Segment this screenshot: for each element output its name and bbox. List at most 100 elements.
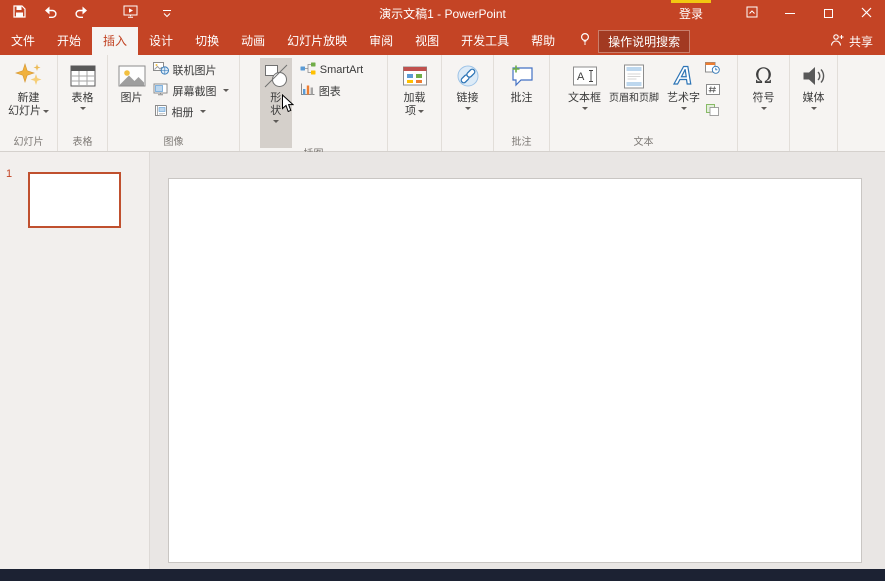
media-button[interactable]: 媒体 — [798, 58, 830, 136]
share-button[interactable]: 共享 — [818, 27, 885, 55]
customize-qat-icon — [162, 5, 172, 23]
online-pictures-button[interactable]: 联机图片 — [149, 59, 233, 80]
date-time-button[interactable] — [705, 61, 720, 77]
smartart-label: SmartArt — [319, 63, 364, 76]
redo-button[interactable] — [72, 4, 90, 24]
tab-view[interactable]: 视图 — [404, 27, 450, 55]
shapes-label: 形状 — [270, 92, 282, 117]
tab-insert[interactable]: 插入 — [92, 27, 139, 55]
photo-album-button[interactable]: 相册 — [149, 101, 233, 122]
object-button[interactable] — [705, 103, 720, 121]
wordart-button[interactable]: A 艺术字 — [664, 58, 703, 136]
tab-home[interactable]: 开始 — [46, 27, 92, 55]
dropdown-caret — [199, 110, 206, 113]
chart-label: 图表 — [318, 85, 341, 98]
share-label: 共享 — [848, 34, 873, 49]
new-slide-button[interactable]: 新建 幻灯片 — [5, 58, 52, 136]
group-label-media — [790, 136, 837, 151]
dropdown-caret — [272, 120, 279, 123]
editing-area — [150, 152, 885, 569]
link-icon — [455, 60, 481, 92]
workspace: 1 — [0, 152, 885, 569]
slide-number: 1 — [6, 168, 13, 180]
lightbulb-icon — [578, 31, 592, 51]
textbox-button[interactable]: A 文本框 — [565, 58, 604, 136]
table-icon — [70, 60, 96, 92]
ribbon-display-options-button[interactable] — [733, 0, 771, 27]
ribbon-group-links: 链接 — [442, 55, 494, 151]
redo-icon — [74, 5, 89, 23]
ribbon-insert: 新建 幻灯片 幻灯片 表格 表格 图片 联机图片 屏幕截图 相册 图像 形状 S… — [0, 55, 885, 160]
slide-number-icon — [705, 82, 720, 100]
ribbon-group-media: 媒体 — [790, 55, 838, 151]
undo-button[interactable] — [41, 4, 59, 24]
sign-in-button[interactable]: 登录 — [667, 0, 715, 27]
tab-slide-show[interactable]: 幻灯片放映 — [276, 27, 358, 55]
header-footer-button[interactable]: 页眉和页脚 — [604, 58, 664, 136]
tab-animations[interactable]: 动画 — [230, 27, 276, 55]
symbol-button[interactable]: Ω 符号 — [750, 58, 778, 136]
link-button[interactable]: 链接 — [452, 58, 484, 136]
ribbon-group-comments: 批注 批注 — [494, 55, 550, 151]
group-label-images: 图像 — [163, 137, 184, 148]
start-slideshow-icon — [123, 5, 138, 23]
tab-file[interactable]: 文件 — [0, 27, 46, 55]
comment-button[interactable]: 批注 — [506, 58, 538, 136]
customize-qat-button[interactable] — [158, 4, 176, 24]
dropdown-caret — [418, 109, 424, 113]
header-footer-icon — [623, 60, 645, 92]
new-slide-icon — [14, 60, 43, 92]
start-slideshow-button[interactable] — [121, 4, 139, 24]
group-label-addins — [388, 136, 441, 151]
taskbar-strip — [0, 569, 885, 581]
dropdown-caret — [680, 107, 687, 110]
share-person-icon — [830, 33, 844, 49]
group-label-comments: 批注 — [511, 137, 532, 148]
tell-me-search[interactable]: 操作说明搜索 — [578, 27, 691, 55]
close-button[interactable] — [847, 0, 885, 27]
group-label-links — [442, 136, 493, 151]
titlebar: 演示文稿1 - PowerPoint 登录 — [0, 0, 885, 27]
pictures-button[interactable]: 图片 — [115, 58, 149, 136]
object-icon — [706, 103, 719, 121]
dropdown-caret — [43, 109, 49, 113]
save-button[interactable] — [10, 4, 28, 24]
online-pictures-label: 联机图片 — [172, 64, 217, 77]
chart-button[interactable]: 图表 — [296, 80, 367, 101]
shapes-icon — [263, 60, 289, 92]
svg-text:A: A — [577, 71, 585, 83]
tab-review[interactable]: 审阅 — [358, 27, 404, 55]
slides-panel[interactable]: 1 — [0, 152, 150, 569]
wordart-icon: A — [674, 61, 693, 90]
ribbon-group-tables: 表格 表格 — [58, 55, 108, 151]
ribbon-group-addins: 加载 项 — [388, 55, 442, 151]
tell-me-label: 操作说明搜索 — [598, 29, 691, 53]
slide-thumbnail[interactable] — [28, 172, 121, 228]
tab-help[interactable]: 帮助 — [520, 27, 566, 55]
tab-design[interactable]: 设计 — [138, 27, 184, 55]
tab-developer[interactable]: 开发工具 — [450, 27, 520, 55]
minimize-button[interactable] — [771, 0, 809, 27]
tab-transitions[interactable]: 切换 — [184, 27, 230, 55]
comment-label: 批注 — [510, 92, 533, 104]
sign-in-label: 登录 — [678, 7, 703, 21]
maximize-button[interactable] — [809, 0, 847, 27]
shapes-button[interactable]: 形状 — [259, 58, 295, 148]
addins-button[interactable]: 加载 项 — [399, 58, 431, 136]
addins-icon — [402, 60, 428, 92]
slide-canvas[interactable] — [168, 178, 862, 563]
slide-number-button[interactable] — [705, 83, 720, 98]
quick-access-toolbar — [0, 4, 176, 24]
maximize-icon — [823, 9, 833, 18]
table-button[interactable]: 表格 — [67, 58, 99, 136]
symbol-label: 符号 — [752, 92, 775, 104]
group-label-tables: 表格 — [72, 137, 93, 148]
dropdown-caret — [581, 107, 588, 110]
save-icon — [12, 4, 26, 23]
photo-album-icon — [153, 104, 168, 120]
screenshot-button[interactable]: 屏幕截图 — [149, 80, 233, 101]
group-label-slides: 幻灯片 — [13, 137, 44, 148]
titlebar-controls: 登录 — [667, 0, 885, 27]
smartart-button[interactable]: SmartArt — [296, 59, 367, 80]
header-footer-label: 页眉和页脚 — [609, 93, 659, 104]
